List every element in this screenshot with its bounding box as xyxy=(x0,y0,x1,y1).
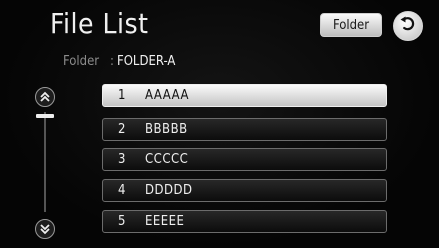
double-chevron-up-icon xyxy=(39,88,51,107)
file-name: BBBBB xyxy=(145,122,188,137)
scroll-down-button[interactable] xyxy=(35,219,55,239)
file-row[interactable]: 4 DDDDD xyxy=(102,179,387,202)
file-name: AAAAA xyxy=(145,88,189,103)
file-row[interactable]: 1 AAAAA xyxy=(102,84,387,107)
folder-label: Folder xyxy=(63,54,100,69)
back-button[interactable] xyxy=(393,11,423,41)
folder-separator: : xyxy=(110,54,114,69)
file-number: 2 xyxy=(118,122,126,137)
file-number: 1 xyxy=(118,88,126,103)
folder-name: FOLDER-A xyxy=(117,54,176,69)
folder-button[interactable]: Folder xyxy=(320,13,382,37)
file-number: 5 xyxy=(118,214,126,229)
file-name: EEEEE xyxy=(145,214,185,229)
file-row[interactable]: 2 BBBBB xyxy=(102,118,387,141)
file-list-screen: File List Folder Folder : FOLDER-A 1 AAA… xyxy=(0,0,439,248)
scroll-thumb[interactable] xyxy=(36,114,54,118)
file-number: 4 xyxy=(118,183,126,198)
file-number: 3 xyxy=(118,152,126,167)
file-row[interactable]: 5 EEEEE xyxy=(102,210,387,233)
page-title: File List xyxy=(50,7,149,40)
scroll-up-button[interactable] xyxy=(35,87,55,107)
file-row[interactable]: 3 CCCCC xyxy=(102,148,387,171)
file-name: DDDDD xyxy=(145,183,193,198)
double-chevron-down-icon xyxy=(39,220,51,239)
scroll-track[interactable] xyxy=(44,112,46,212)
file-name: CCCCC xyxy=(145,152,189,167)
back-arrow-icon xyxy=(399,15,417,37)
